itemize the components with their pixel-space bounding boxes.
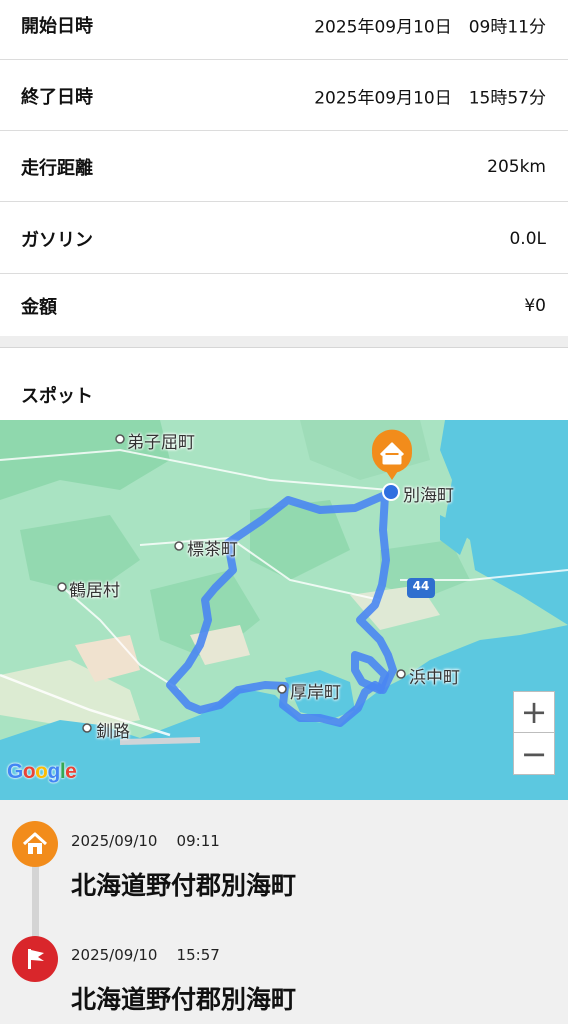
route-44-label: 44 [412, 579, 430, 593]
map-label-akkeshi: 厚岸町 [290, 683, 341, 703]
distance-row: 走行距離 205km [0, 132, 568, 202]
timeline-end-date: 2025/09/10 [71, 946, 158, 964]
timeline-start-date: 2025/09/10 [71, 832, 158, 850]
end-datetime-row: 終了日時 2025年09月10日 15時57分 [0, 61, 568, 131]
gasoline-value: 0.0L [509, 228, 546, 249]
distance-label: 走行距離 [21, 157, 93, 179]
route-map[interactable]: 弟子屈町 別海町 標茶町 鶴居村 浜中町 厚岸町 釧路 44 + − Googl… [0, 420, 568, 800]
start-datetime-row: 開始日時 2025年09月10日 09時11分 [0, 0, 568, 60]
map-label-hamanaka: 浜中町 [409, 668, 460, 688]
timeline-end-time: 15:57 [176, 946, 220, 964]
timeline-start-time: 09:11 [176, 832, 220, 850]
home-icon [12, 821, 58, 867]
start-datetime-value: 2025年09月10日 09時11分 [314, 17, 546, 37]
spot-timeline: 2025/09/10 09:11 北海道野付郡別海町 2025/09/10 15… [0, 800, 568, 1024]
end-datetime-value: 2025年09月10日 15時57分 [314, 88, 546, 108]
zoom-out-button[interactable]: − [513, 733, 555, 775]
zoom-in-button[interactable]: + [513, 691, 555, 733]
amount-row: 金額 ¥0 [0, 275, 568, 336]
timeline-start-place: 北海道野付郡別海町 [71, 871, 297, 900]
spot-section-title: スポット [21, 386, 93, 407]
amount-label: 金額 [21, 296, 57, 318]
flag-icon [12, 936, 58, 982]
map-canvas [0, 420, 568, 800]
timeline-end-place: 北海道野付郡別海町 [71, 985, 297, 1014]
distance-value: 205km [487, 156, 546, 177]
timeline-end-datetime: 2025/09/10 15:57 [71, 946, 220, 964]
timeline-start-datetime: 2025/09/10 09:11 [71, 832, 220, 850]
current-location-dot [382, 483, 400, 501]
google-logo: Google [7, 760, 77, 783]
start-datetime-label: 開始日時 [21, 15, 93, 37]
end-datetime-label: 終了日時 [21, 86, 93, 108]
map-label-kushiro: 釧路 [96, 722, 130, 742]
amount-value: ¥0 [524, 295, 546, 316]
map-label-teshikaga: 弟子屈町 [127, 433, 195, 453]
gasoline-row: ガソリン 0.0L [0, 204, 568, 274]
map-label-tsurui: 鶴居村 [69, 581, 120, 601]
map-label-shibecha: 標茶町 [187, 540, 238, 560]
section-divider [0, 336, 568, 348]
gasoline-label: ガソリン [21, 229, 93, 251]
map-label-betsukai: 別海町 [403, 486, 454, 506]
